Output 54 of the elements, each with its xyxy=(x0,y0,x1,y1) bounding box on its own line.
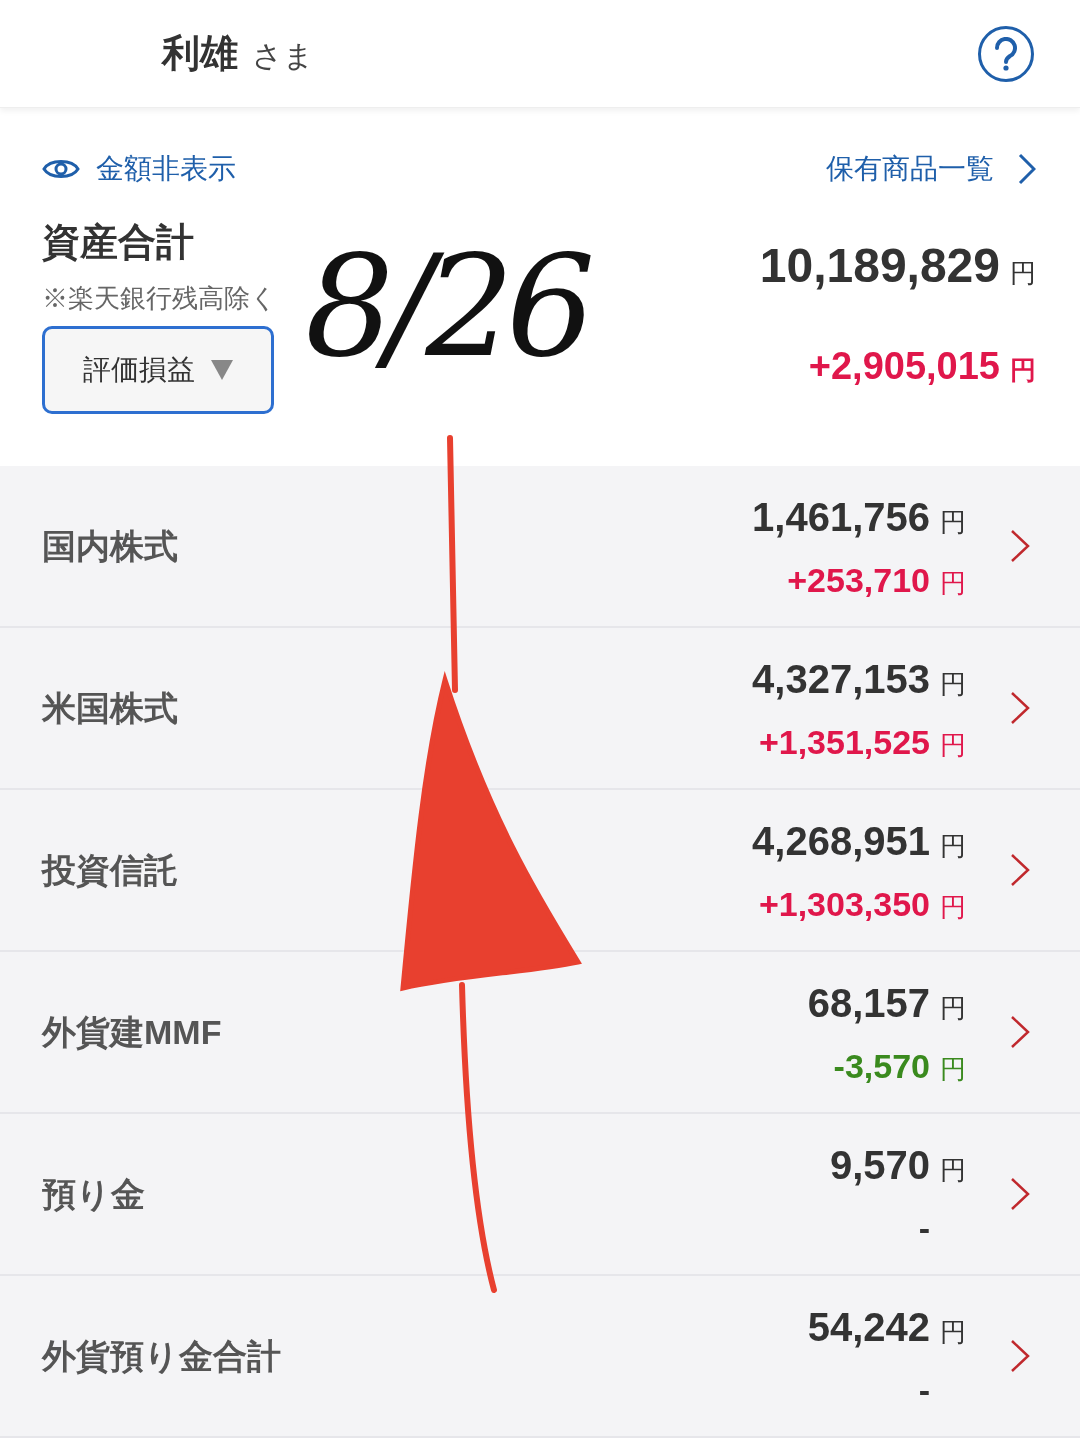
asset-row[interactable]: 米国株式 4,327,153 円 +1,351,525 円 xyxy=(0,628,1080,790)
asset-category: 投資信託 xyxy=(42,849,178,891)
asset-amount: 68,157 xyxy=(807,979,930,1027)
chevron-right-icon xyxy=(1010,529,1030,563)
asset-category: 米国株式 xyxy=(42,687,178,729)
asset-total-title: 資産合計 xyxy=(42,220,195,265)
yen-unit: 円 xyxy=(940,505,966,539)
yen-unit: 円 xyxy=(940,890,966,924)
chevron-right-icon xyxy=(1010,853,1030,887)
asset-amount: 54,242 xyxy=(807,1303,930,1351)
chevron-right-icon xyxy=(1010,1177,1030,1211)
asset-row[interactable]: 外貨預り金合計 54,242 円 - xyxy=(0,1276,1080,1438)
yen-unit: 円 xyxy=(940,1052,966,1086)
gain-amount: +1,303,350 xyxy=(758,883,930,925)
user-name: 利雄 xyxy=(162,31,238,76)
asset-category: 外貨建MMF xyxy=(42,1011,222,1053)
yen-unit: 円 xyxy=(940,667,966,701)
gain-amount: +1,351,525 xyxy=(758,721,930,763)
yen-unit: 円 xyxy=(940,1315,966,1349)
asset-amount: 1,461,756 xyxy=(752,493,930,541)
yen-unit: 円 xyxy=(1010,257,1036,290)
gain-amount: - xyxy=(918,1369,930,1411)
gain-amount: - xyxy=(918,1207,930,1249)
honorific: さま xyxy=(252,38,314,74)
asset-amount: 4,327,153 xyxy=(752,655,930,703)
chevron-right-icon xyxy=(1018,153,1036,185)
chevron-right-icon xyxy=(1010,691,1030,725)
yen-unit: 円 xyxy=(1010,354,1036,387)
asset-row[interactable]: 国内株式 1,461,756 円 +253,710 円 xyxy=(0,466,1080,628)
exclusion-note: ※楽天銀行残高除く xyxy=(42,282,277,315)
dropdown-triangle-icon xyxy=(211,360,233,380)
chevron-right-icon xyxy=(1010,1015,1030,1049)
yen-unit: 円 xyxy=(940,1153,966,1187)
total-amount: 10,189,829 xyxy=(759,238,1000,294)
handwritten-date: 8/26 xyxy=(305,230,588,384)
yen-unit: 円 xyxy=(940,728,966,762)
asset-row[interactable]: 預り金 9,570 円 - xyxy=(0,1114,1080,1276)
asset-category: 外貨預り金合計 xyxy=(42,1335,281,1377)
chevron-right-icon xyxy=(1010,1339,1030,1373)
total-gain: +2,905,015 xyxy=(808,344,1000,389)
yen-unit: 円 xyxy=(940,991,966,1025)
holdings-link[interactable]: 保有商品一覧 xyxy=(826,148,1036,190)
yen-unit: 円 xyxy=(940,829,966,863)
asset-amount: 9,570 xyxy=(829,1141,930,1189)
help-button[interactable] xyxy=(978,25,1034,82)
asset-category: 国内株式 xyxy=(42,525,178,567)
gain-amount: -3,570 xyxy=(833,1045,930,1087)
asset-category: 預り金 xyxy=(42,1173,145,1215)
gain-amount: +253,710 xyxy=(787,559,930,601)
view-selector[interactable]: 評価損益 xyxy=(42,326,274,414)
asset-row[interactable]: 外貨建MMF 68,157 円 -3,570 円 xyxy=(0,952,1080,1114)
hide-amounts-link[interactable]: 金額非表示 xyxy=(42,148,236,190)
yen-unit: 円 xyxy=(940,566,966,600)
asset-amount: 4,268,951 xyxy=(752,817,930,865)
